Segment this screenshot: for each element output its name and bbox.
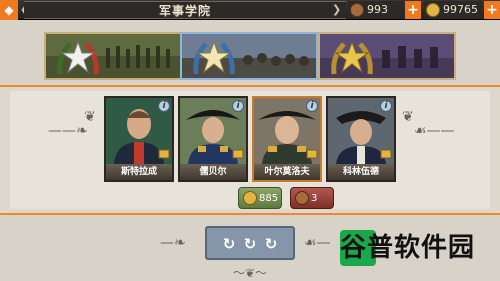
general-card[interactable]: i 儒贝尔 [178, 96, 248, 182]
info-icon[interactable]: i [380, 100, 392, 112]
medal-icon [295, 191, 309, 205]
refresh-button[interactable]: ↻ ↻ ↻ [205, 226, 295, 260]
title-bar: 军事学院 [24, 1, 346, 19]
general-card[interactable]: i 科林伍德 [326, 96, 396, 182]
gold-coin-icon [426, 3, 440, 17]
rank-star-laurel-gold-icon [331, 40, 373, 75]
refresh-icon: ↻ [243, 235, 257, 253]
top-bar: ◆ ❮ 军事学院 ❯ 993 + 99765 + [0, 0, 500, 20]
scroll-ornament-right-icon: ☙— [304, 235, 331, 251]
back-button[interactable]: ◆ [0, 0, 18, 20]
watermark: 谷普软件园 [340, 230, 492, 266]
info-icon[interactable]: i [232, 100, 244, 112]
general-name: 斯特拉成 [106, 164, 172, 180]
gold-value: 99765 [443, 3, 478, 16]
gold-counter: 99765 [424, 1, 482, 19]
info-icon[interactable]: i [306, 100, 318, 112]
watermark-text: 谷普软件园 [340, 233, 476, 263]
swirl-ornament-right-icon: ❦ [402, 109, 414, 125]
bottom-ornament-icon: 〜❦〜 [232, 266, 268, 280]
gold-rank-icon [380, 149, 392, 159]
general-card[interactable]: i 斯特拉成 [104, 96, 174, 182]
general-name: 科林伍德 [328, 164, 394, 180]
general-card[interactable]: i 叶尔莫洛夫 [252, 96, 322, 182]
general-name: 叶尔莫洛夫 [254, 164, 320, 180]
gold-coin-icon [243, 191, 257, 205]
gold-rank-icon [232, 149, 244, 159]
scroll-ornament-left-icon: —❧ [160, 235, 186, 251]
general-name: 儒贝尔 [180, 164, 246, 180]
medal-cost-button[interactable]: 3 [290, 187, 334, 209]
gold-cost-button[interactable]: 885 [238, 187, 282, 209]
refresh-icon: ↻ [264, 235, 278, 253]
add-gold-button[interactable]: + [484, 1, 500, 19]
academy-tab-1[interactable] [44, 32, 182, 80]
academy-tab-3[interactable] [318, 32, 456, 80]
gold-rank-icon [306, 149, 318, 159]
medal-cost-value: 3 [311, 193, 318, 204]
gold-rank-icon [158, 149, 170, 159]
academy-tab-2[interactable] [180, 32, 318, 80]
diamond-back-icon: ◆ [4, 3, 14, 17]
gold-cost-value: 885 [259, 193, 279, 204]
rank-star-laurel-green-icon [57, 40, 99, 75]
swirl-ornament-left-icon: ❦ [84, 109, 96, 125]
add-medals-button[interactable]: + [405, 1, 421, 19]
scroll-ornament-right-icon: ☙—— [414, 123, 455, 139]
rank-star-laurel-blue-icon [193, 40, 235, 75]
refresh-icon: ↻ [222, 235, 236, 253]
medal-value: 993 [367, 3, 388, 16]
ornament-right-icon: ❯ [332, 3, 342, 16]
page-title: 军事学院 [158, 4, 211, 18]
info-icon[interactable]: i [158, 100, 170, 112]
scroll-ornament-left-icon: ——❧ [48, 123, 88, 139]
medal-counter: 993 [348, 1, 404, 19]
medal-icon [350, 3, 364, 17]
